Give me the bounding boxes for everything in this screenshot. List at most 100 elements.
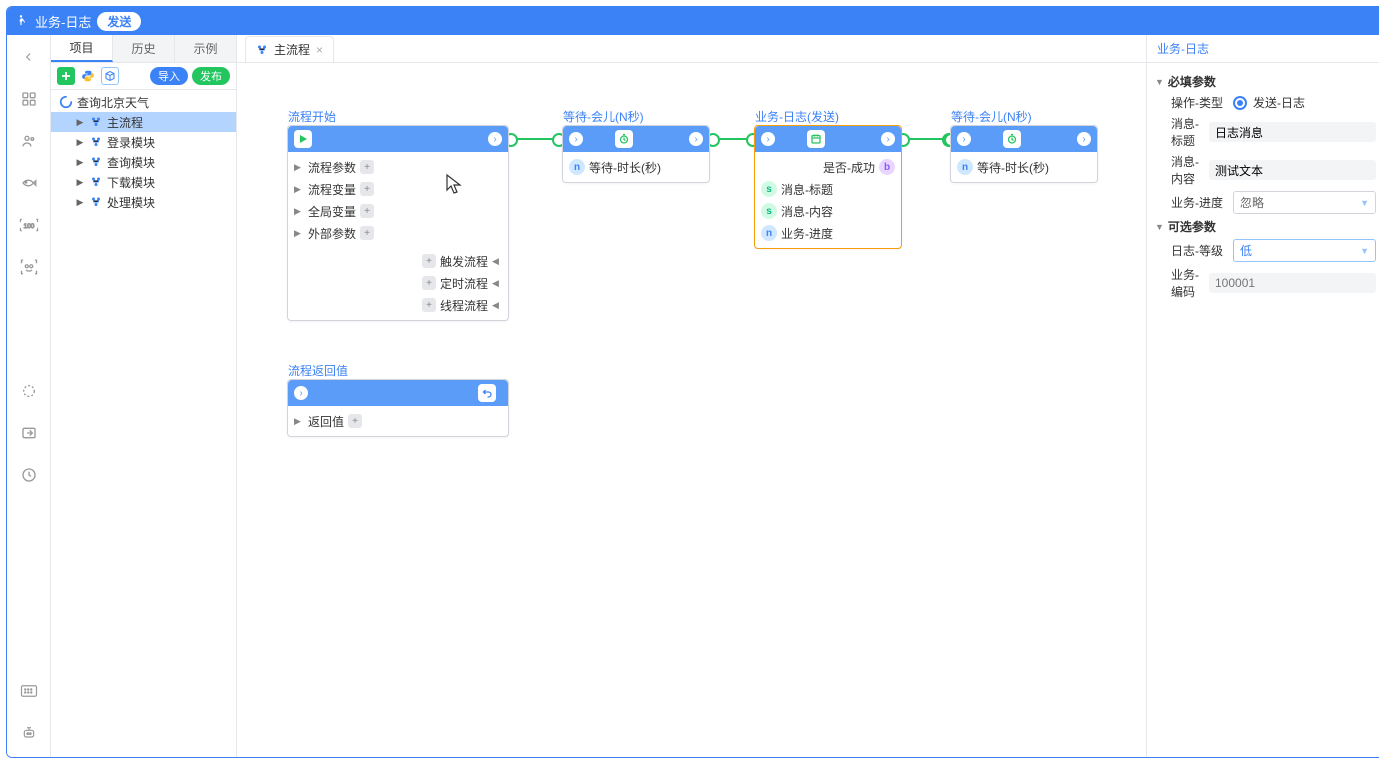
flow-icon [89, 115, 103, 129]
node-row[interactable]: ▶外部参数+ [294, 222, 502, 244]
tree-item-label: 主流程 [107, 114, 143, 131]
node-param-row[interactable]: s消息-内容 [761, 200, 895, 222]
plus-icon[interactable]: + [360, 182, 374, 196]
svg-text:100: 100 [23, 223, 34, 230]
plus-icon[interactable]: + [422, 276, 436, 290]
prop-biz-code: 业务-编码 [1171, 266, 1376, 300]
node-title: 流程开始 [288, 108, 336, 125]
number-badge: n [569, 159, 585, 175]
node-row[interactable]: ▶流程变量+ [294, 178, 502, 200]
collapse-icon[interactable] [19, 47, 39, 67]
in-port-icon[interactable]: › [957, 132, 971, 146]
radio-checked-icon[interactable] [1233, 96, 1247, 110]
string-badge: s [761, 203, 777, 219]
prop-log-level: 日志-等级 低▼ [1171, 239, 1376, 262]
add-button[interactable] [57, 67, 75, 85]
tree-item-process[interactable]: ▶ 处理模块 [51, 192, 236, 212]
number-badge: n [761, 225, 777, 241]
node-header[interactable]: › › [563, 126, 709, 152]
plus-icon[interactable]: + [422, 298, 436, 312]
close-icon[interactable]: × [316, 43, 323, 57]
node-header[interactable]: › › [755, 126, 901, 152]
node-param-row[interactable]: n等待-时长(秒) [569, 156, 703, 178]
node-row[interactable]: +触发流程◀ [294, 250, 502, 272]
hundred-icon[interactable]: 100 [19, 215, 39, 235]
node-row[interactable]: +定时流程◀ [294, 272, 502, 294]
chevron-right-icon: ▶ [75, 157, 85, 168]
props-title: 业务-日志 [1147, 35, 1379, 63]
tree-item-query[interactable]: ▶ 查询模块 [51, 152, 236, 172]
chevron-right-icon: ▶ [75, 177, 85, 188]
node-param-row[interactable]: s消息-标题 [761, 178, 895, 200]
import-pill[interactable]: 导入 [150, 67, 188, 85]
node-title: 业务-日志(发送) [755, 108, 839, 125]
sidebar-tabs: 项目 历史 示例 [51, 35, 236, 63]
cube-icon[interactable] [101, 67, 119, 85]
in-port-icon[interactable]: › [294, 386, 308, 400]
number-badge: n [957, 159, 973, 175]
play-icon [294, 130, 312, 148]
node-param-row[interactable]: n等待-时长(秒) [957, 156, 1091, 178]
progress-select[interactable]: 忽略▼ [1233, 191, 1376, 214]
node-header[interactable]: › [288, 126, 508, 152]
log-level-select[interactable]: 低▼ [1233, 239, 1376, 262]
tree-item-login[interactable]: ▶ 登录模块 [51, 132, 236, 152]
in-port-icon[interactable]: › [569, 132, 583, 146]
grid-icon[interactable] [19, 89, 39, 109]
node-out-row[interactable]: 是否-成功b [761, 156, 895, 178]
node-param-row[interactable]: n业务-进度 [761, 222, 895, 244]
out-port-icon[interactable]: › [881, 132, 895, 146]
tab-examples[interactable]: 示例 [175, 35, 236, 62]
tab-project[interactable]: 项目 [51, 35, 113, 62]
tab-history[interactable]: 历史 [113, 35, 175, 62]
out-port-icon[interactable]: › [689, 132, 703, 146]
msg-title-input[interactable] [1209, 122, 1376, 142]
bool-badge: b [879, 159, 895, 175]
node-wait-2[interactable]: 等待-会儿(N秒) › › n等待-时长(秒) [950, 125, 1098, 183]
fish-icon[interactable] [19, 173, 39, 193]
keyboard-icon[interactable] [19, 681, 39, 701]
node-row[interactable]: ▶返回值+ [294, 410, 502, 432]
node-row[interactable]: +线程流程◀ [294, 294, 502, 316]
out-port-icon[interactable]: › [488, 132, 502, 146]
plus-icon[interactable]: + [422, 254, 436, 268]
sidebar: 项目 历史 示例 导入 发布 查询北京天气 ▶ 主 [51, 35, 237, 757]
optional-section-header[interactable]: ▼可选参数 [1155, 218, 1376, 235]
canvas[interactable]: 流程开始 › ▶流程参数+ ▶流程变量+ ▶全局变量+ ▶外部参数+ +触发流程… [237, 63, 1146, 757]
out-port-icon[interactable]: › [1077, 132, 1091, 146]
robot-icon[interactable] [19, 723, 39, 743]
loading-icon[interactable] [19, 381, 39, 401]
node-start[interactable]: 流程开始 › ▶流程参数+ ▶流程变量+ ▶全局变量+ ▶外部参数+ +触发流程… [287, 125, 509, 321]
node-row[interactable]: ▶流程参数+ [294, 156, 502, 178]
plus-icon[interactable]: + [360, 204, 374, 218]
msg-content-input[interactable] [1209, 160, 1376, 180]
plus-icon[interactable]: + [360, 226, 374, 240]
plus-icon[interactable]: + [348, 414, 362, 428]
users-icon[interactable] [19, 131, 39, 151]
import-icon[interactable] [19, 423, 39, 443]
python-icon[interactable] [79, 67, 97, 85]
biz-code-input[interactable] [1209, 273, 1376, 293]
node-return[interactable]: 流程返回值 › ▶返回值+ [287, 379, 509, 437]
node-row[interactable]: ▶全局变量+ [294, 200, 502, 222]
doc-tab-main[interactable]: 主流程 × [245, 36, 334, 62]
node-header[interactable]: › › [951, 126, 1097, 152]
flow-icon [89, 135, 103, 149]
node-log[interactable]: 业务-日志(发送) › › 是否-成功b s消息-标题 s消息-内容 n业务-进… [754, 125, 902, 249]
scan-icon[interactable] [19, 257, 39, 277]
node-wait-1[interactable]: 等待-会儿(N秒) › › n等待-时长(秒) [562, 125, 710, 183]
node-header[interactable]: › [288, 380, 508, 406]
tree-item-main[interactable]: ▶ 主流程 [51, 112, 236, 132]
tree-item-download[interactable]: ▶ 下载模块 [51, 172, 236, 192]
tree-root[interactable]: 查询北京天气 [51, 92, 236, 112]
timer-icon [1003, 130, 1021, 148]
required-section-header[interactable]: ▼必填参数 [1155, 73, 1376, 90]
connector [712, 138, 754, 140]
publish-pill[interactable]: 发布 [192, 67, 230, 85]
prop-op-type: 操作-类型 发送-日志 [1171, 94, 1376, 111]
tree-item-label: 处理模块 [107, 194, 155, 211]
chevron-down-icon: ▼ [1360, 198, 1369, 208]
in-port-icon[interactable]: › [761, 132, 775, 146]
clock-icon[interactable] [19, 465, 39, 485]
plus-icon[interactable]: + [360, 160, 374, 174]
